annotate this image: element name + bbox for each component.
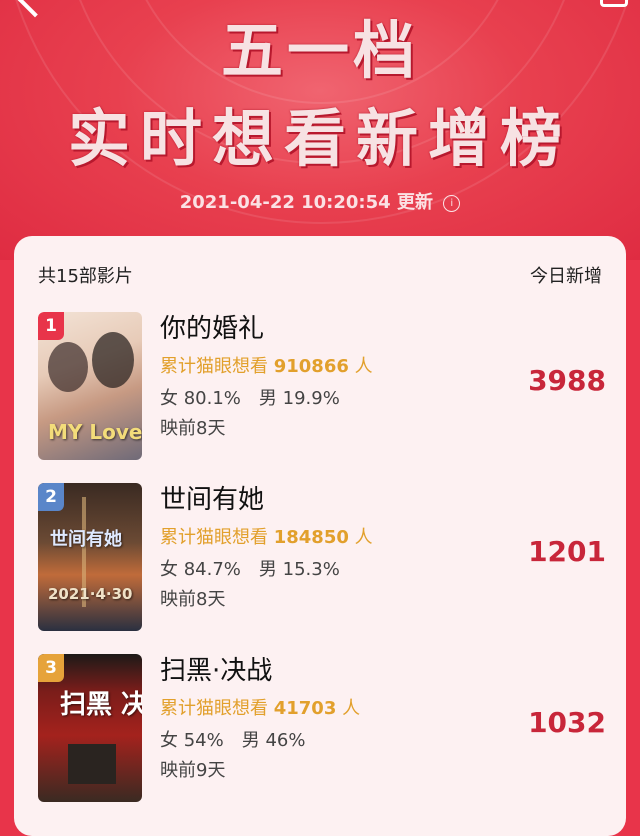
header-banner: 五一档 实时想看新增榜 2021-04-22 10:20:54 更新 i xyxy=(0,0,640,260)
page-title-line1: 五一档 xyxy=(220,14,419,87)
female-ratio: 女 84.7% xyxy=(160,559,241,580)
poster-figure xyxy=(92,332,134,388)
want-unit: 人 xyxy=(354,356,373,377)
today-new-label: 今日新增 xyxy=(530,266,602,287)
movie-poster[interactable]: 扫黑 决战 3 xyxy=(38,654,142,802)
update-time-row: 2021-04-22 10:20:54 更新 i xyxy=(0,188,640,214)
want-unit: 人 xyxy=(354,527,373,548)
ranking-card: 共15部影片 今日新增 MY Love 1 你的婚礼 累计猫眼想看 910866… xyxy=(14,236,626,836)
movie-title[interactable]: 你的婚礼 xyxy=(160,308,264,345)
info-icon[interactable]: i xyxy=(443,195,461,212)
movie-poster[interactable]: MY Love 1 xyxy=(38,312,142,460)
want-count-row: 累计猫眼想看 184850 人 xyxy=(160,523,373,549)
days-before-release: 映前9天 xyxy=(160,760,226,781)
movie-title[interactable]: 世间有她 xyxy=(160,479,264,516)
poster-figure xyxy=(68,744,116,784)
page-title-line2: 实时想看新增榜 xyxy=(67,102,572,175)
gender-ratio: 女 80.1% 男 19.9% xyxy=(160,384,340,410)
today-new-count: 3988 xyxy=(528,364,606,397)
male-ratio: 男 15.3% xyxy=(258,559,340,580)
poster-text: 扫黑 决战 xyxy=(60,690,142,720)
want-label: 累计猫眼想看 xyxy=(160,698,268,719)
want-count: 910866 xyxy=(273,356,349,377)
list-header: 共15部影片 今日新增 xyxy=(38,262,602,288)
want-count: 41703 xyxy=(273,698,337,719)
days-before-release: 映前8天 xyxy=(160,589,226,610)
poster-figure xyxy=(48,342,88,392)
list-item[interactable]: MY Love 1 你的婚礼 累计猫眼想看 910866 人 女 80.1% 男 … xyxy=(38,312,606,460)
days-before-release: 映前8天 xyxy=(160,418,226,439)
male-ratio: 男 19.9% xyxy=(258,388,340,409)
male-ratio: 男 46% xyxy=(241,730,306,751)
want-count: 184850 xyxy=(273,527,349,548)
update-label: 更新 xyxy=(396,192,433,213)
list-item[interactable]: 扫黑 决战 3 扫黑·决战 累计猫眼想看 41703 人 女 54%男 46% … xyxy=(38,654,606,802)
want-count-row: 累计猫眼想看 910866 人 xyxy=(160,352,373,378)
today-new-count: 1032 xyxy=(528,706,606,739)
list-item[interactable]: 世间有她 2021·4·30 2 世间有她 累计猫眼想看 184850 人 女 … xyxy=(38,483,606,631)
want-label: 累计猫眼想看 xyxy=(160,356,268,377)
poster-text: MY Love xyxy=(48,420,142,444)
movie-title[interactable]: 扫黑·决战 xyxy=(160,650,272,687)
rank-badge: 2 xyxy=(38,483,64,511)
today-new-count: 1201 xyxy=(528,535,606,568)
want-label: 累计猫眼想看 xyxy=(160,527,268,548)
movie-poster[interactable]: 世间有她 2021·4·30 2 xyxy=(38,483,142,631)
female-ratio: 女 54% xyxy=(160,730,224,751)
want-unit: 人 xyxy=(342,698,361,719)
female-ratio: 女 80.1% xyxy=(160,388,241,409)
update-time: 2021-04-22 10:20:54 xyxy=(179,192,391,213)
want-count-row: 累计猫眼想看 41703 人 xyxy=(160,694,360,720)
total-count-label: 共15部影片 xyxy=(38,266,133,287)
poster-text: 2021·4·30 xyxy=(48,585,133,603)
rank-badge: 1 xyxy=(38,312,64,340)
poster-title-text: 世间有她 xyxy=(50,529,122,550)
rank-badge: 3 xyxy=(38,654,64,682)
gender-ratio: 女 54% 男 46% xyxy=(160,726,305,752)
gender-ratio: 女 84.7% 男 15.3% xyxy=(160,555,340,581)
